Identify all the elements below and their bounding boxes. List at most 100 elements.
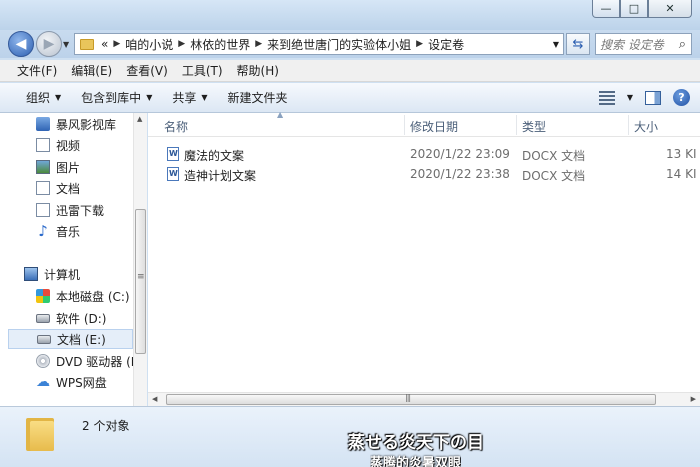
drive-icon (36, 313, 50, 323)
nav-item-baofeng[interactable]: 暴风影视库 (36, 114, 116, 134)
scroll-left-icon[interactable]: ◀ (152, 395, 157, 403)
video-icon (36, 138, 50, 152)
file-row[interactable]: 魔法的文案 2020/1/22 23:09 DOCX 文档 13 KI (162, 144, 700, 164)
nav-item-dvd[interactable]: DVD 驱动器 (F (36, 351, 138, 371)
help-icon[interactable]: ? (673, 89, 690, 106)
nav-item-music[interactable]: ♪ 音乐 (36, 221, 80, 241)
file-row[interactable]: 造神计划文案 2020/1/22 23:38 DOCX 文档 14 KI (162, 164, 700, 184)
search-icon[interactable]: ⌕ (679, 37, 686, 52)
scroll-right-icon[interactable]: ▶ (691, 395, 696, 403)
nav-item-label: 视频 (56, 138, 81, 153)
nav-item-label: WPS网盘 (56, 375, 107, 390)
back-button[interactable]: ◀ (8, 31, 34, 57)
nav-item-pictures[interactable]: 图片 (36, 157, 80, 177)
computer-icon (24, 267, 38, 281)
forward-arrow-icon: ▶ (43, 36, 55, 52)
back-arrow-icon: ◀ (15, 36, 27, 52)
file-list: ▲ 名称 修改日期 类型 大小 魔法的文案 2020/1/22 23:09 DO… (148, 110, 700, 406)
column-divider[interactable] (516, 115, 517, 135)
menu-edit[interactable]: 编辑(E) (64, 62, 119, 79)
view-options-icon[interactable] (598, 90, 615, 105)
menu-view[interactable]: 查看(V) (119, 62, 175, 79)
file-size: 13 KI (666, 147, 697, 161)
new-folder-button[interactable]: 新建文件夹 (218, 89, 298, 106)
video-subtitle-jp: 蒸せる炎天下の目 (348, 433, 484, 453)
breadcrumb-separator-icon[interactable]: ▶ (176, 39, 187, 49)
breadcrumb-item[interactable]: 林依的世界 (187, 36, 253, 53)
include-library-button[interactable]: 包含到库中 ▼ (71, 89, 162, 106)
windows-drive-icon (36, 289, 50, 303)
nav-item-label: 文档 (E:) (57, 332, 106, 347)
address-bar[interactable]: « ▶ 咱的小说 ▶ 林依的世界 ▶ 来到绝世唐门的实验体小姐 ▶ 设定卷 ▼ (74, 33, 564, 55)
horizontal-scrollbar[interactable]: ◀ ▶ (148, 392, 700, 406)
menu-tools[interactable]: 工具(T) (175, 62, 230, 79)
column-divider[interactable] (628, 115, 629, 135)
breadcrumb-item[interactable]: 咱的小说 (122, 36, 176, 53)
column-divider[interactable] (404, 115, 405, 135)
menu-help[interactable]: 帮助(H) (230, 62, 286, 79)
include-library-label: 包含到库中 (81, 91, 142, 105)
column-header-size[interactable]: 大小 (634, 118, 658, 135)
breadcrumb-separator-icon[interactable]: ▶ (414, 39, 425, 49)
nav-item-drive-d[interactable]: 软件 (D:) (36, 308, 106, 328)
horizontal-scrollbar-thumb[interactable] (166, 393, 656, 405)
document-icon (36, 181, 50, 195)
refresh-button[interactable]: ⇆ (566, 33, 590, 55)
music-icon: ♪ (38, 222, 48, 240)
address-dropdown-icon[interactable]: ▼ (553, 40, 559, 49)
file-name: 魔法的文案 (184, 149, 245, 163)
share-button[interactable]: 共享 ▼ (162, 89, 217, 106)
view-controls: ▼ ? (598, 89, 690, 106)
nav-item-label: 暴风影视库 (56, 117, 117, 132)
nav-scrollbar-thumb[interactable] (135, 209, 146, 354)
file-size: 14 KI (666, 167, 697, 181)
column-header-modified[interactable]: 修改日期 (410, 118, 458, 135)
breadcrumb-separator-icon[interactable]: ▶ (111, 39, 122, 49)
nav-item-label: 迅雷下载 (56, 203, 105, 218)
column-header-row: ▲ 名称 修改日期 类型 大小 (148, 110, 700, 137)
picture-icon (36, 160, 50, 174)
organize-button[interactable]: 组织 ▼ (16, 89, 71, 106)
sort-arrow-icon: ▲ (277, 110, 284, 119)
file-modified: 2020/1/22 23:38 (410, 167, 510, 181)
chevron-down-icon[interactable]: ▼ (627, 93, 633, 102)
chevron-down-icon: ▼ (55, 93, 62, 102)
search-input[interactable]: 搜索 设定卷 ⌕ (595, 33, 692, 55)
file-type: DOCX 文档 (522, 149, 586, 163)
nav-item-label: 软件 (D:) (56, 311, 107, 326)
minimize-button[interactable]: — (592, 0, 620, 18)
forward-button[interactable]: ▶ (36, 31, 62, 57)
nav-scrollbar[interactable]: ▲ (133, 113, 147, 406)
column-header-name[interactable]: 名称 (164, 118, 188, 135)
video-subtitle-cn: 蒸腾的炎暑双眼 (370, 456, 462, 467)
nav-item-computer[interactable]: 计算机 (24, 264, 80, 284)
nav-item-documents[interactable]: 文档 (36, 178, 80, 198)
menu-file[interactable]: 文件(F) (10, 62, 64, 79)
navigation-pane: 暴风影视库 视频 图片 文档 迅雷下载 ♪ 音乐 计算机 本地磁盘 (C:) 软件… (0, 113, 147, 406)
breadcrumb-overflow[interactable]: « (98, 37, 111, 51)
item-count: 2 个对象 (82, 419, 130, 433)
nav-item-drive-e[interactable]: 文档 (E:) (8, 329, 133, 349)
search-placeholder: 搜索 设定卷 (600, 37, 664, 52)
address-row: ◀ ▶ ▼ « ▶ 咱的小说 ▶ 林依的世界 ▶ 来到绝世唐门的实验体小姐 ▶ … (0, 30, 700, 58)
preview-pane-icon[interactable] (645, 90, 661, 105)
title-bar: — □ ✕ (0, 0, 700, 30)
breadcrumb-item-current[interactable]: 设定卷 (425, 36, 467, 53)
close-button[interactable]: ✕ (648, 0, 692, 18)
nav-item-label: 图片 (56, 160, 81, 175)
dvd-icon (36, 354, 50, 368)
chevron-down-icon: ▼ (201, 93, 208, 102)
breadcrumb-separator-icon[interactable]: ▶ (253, 39, 264, 49)
nav-item-drive-c[interactable]: 本地磁盘 (C:) (36, 286, 130, 306)
nav-item-wps[interactable]: ☁ WPS网盘 (36, 372, 107, 392)
scroll-up-icon[interactable]: ▲ (137, 115, 142, 123)
recent-pages-dropdown[interactable]: ▼ (63, 40, 69, 49)
drive-icon (37, 334, 51, 344)
maximize-button[interactable]: □ (620, 0, 648, 18)
nav-item-label: 文档 (56, 181, 81, 196)
nav-item-videos[interactable]: 视频 (36, 135, 80, 155)
nav-item-xunlei[interactable]: 迅雷下载 (36, 200, 104, 220)
chevron-down-icon: ▼ (146, 93, 153, 102)
column-header-type[interactable]: 类型 (522, 118, 546, 135)
breadcrumb-item[interactable]: 来到绝世唐门的实验体小姐 (264, 36, 414, 53)
